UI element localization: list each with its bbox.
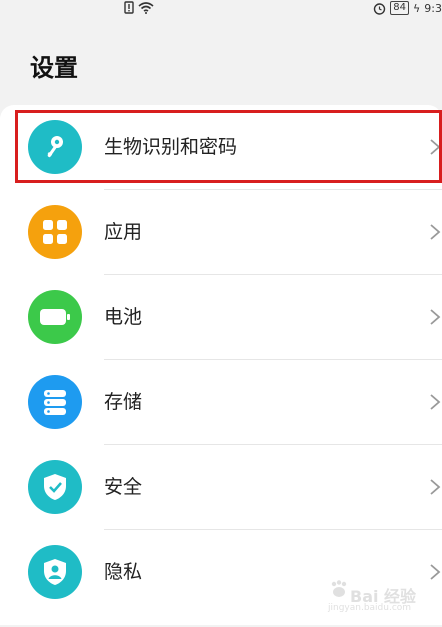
clock: 9:3 — [424, 1, 442, 15]
key-icon — [28, 120, 82, 174]
chevron-right-icon — [430, 139, 441, 155]
settings-item-label: 应用 — [104, 221, 143, 243]
chevron-right-icon — [430, 309, 441, 325]
wifi-icon — [138, 2, 154, 14]
settings-item-label: 生物识别和密码 — [104, 136, 238, 158]
settings-item-label: 安全 — [104, 476, 143, 498]
shield-check-icon — [28, 460, 82, 514]
status-right: 84 ϟ 9:3 — [373, 1, 442, 15]
storage-icon — [28, 375, 82, 429]
chevron-right-icon — [430, 394, 441, 410]
chevron-right-icon — [430, 479, 441, 495]
settings-item-storage[interactable]: 存储 — [0, 360, 442, 445]
status-bar: 84 ϟ 9:3 — [0, 0, 442, 20]
settings-item-apps[interactable]: 应用 — [0, 190, 442, 275]
settings-item-battery[interactable]: 电池 — [0, 275, 442, 360]
watermark: Bai 经验 jingyan.baidu.com — [328, 569, 428, 615]
charging-icon: ϟ — [413, 1, 421, 15]
paw-logo-icon — [331, 580, 347, 597]
settings-item-label: 电池 — [104, 306, 143, 328]
chevron-right-icon — [430, 564, 441, 580]
battery-icon — [28, 290, 82, 344]
settings-item-security[interactable]: 安全 — [0, 445, 442, 530]
settings-item-biometrics-password[interactable]: 生物识别和密码 — [0, 105, 442, 190]
settings-item-label: 隐私 — [104, 561, 143, 583]
watermark-sub: jingyan.baidu.com — [328, 603, 412, 613]
chevron-right-icon — [430, 224, 441, 240]
battery-level: 84 — [390, 1, 410, 15]
page-title: 设置 — [30, 54, 78, 82]
sim-alert-icon — [124, 1, 134, 14]
settings-item-label: 存储 — [104, 391, 143, 413]
settings-list: 生物识别和密码 应用 电池 存储 安全 隐私 — [0, 105, 442, 625]
alarm-icon — [374, 2, 386, 15]
privacy-icon — [28, 545, 82, 599]
apps-grid-icon — [28, 205, 82, 259]
status-left — [124, 1, 154, 14]
